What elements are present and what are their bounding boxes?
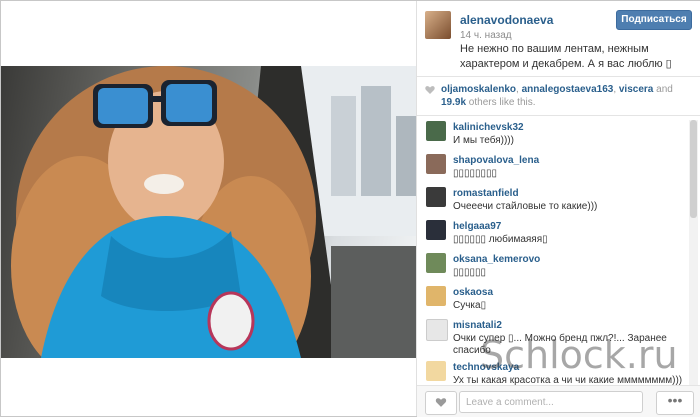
heart-icon	[425, 86, 435, 94]
comment-item: romastanfield Очееечи стайловые то какие…	[417, 184, 689, 217]
like-button[interactable]	[425, 391, 457, 415]
comment-item: oksana_kemerovo ▯▯▯▯▯▯	[417, 250, 689, 283]
comment-username[interactable]: shapovalova_lena	[453, 155, 539, 166]
comments-scrollbar[interactable]	[689, 120, 698, 386]
scrollbar-thumb[interactable]	[690, 120, 697, 218]
follow-button[interactable]: Подписаться	[616, 10, 692, 30]
liker-link[interactable]: oljamoskalenko	[441, 84, 516, 95]
comment-text: Сучка▯	[453, 300, 487, 311]
comment-avatar[interactable]	[426, 187, 446, 207]
comment-item: shapovalova_lena ▯▯▯▯▯▯▯▯	[417, 151, 689, 184]
likes-others-text: others like this.	[466, 97, 536, 108]
selfie-illustration	[11, 66, 416, 358]
comment-username[interactable]: oksana_kemerovo	[453, 254, 540, 265]
comment-item: oskaosa Сучка▯	[417, 283, 689, 316]
post-photo[interactable]	[1, 66, 416, 358]
liker-link[interactable]: annalegostaeva163	[522, 84, 614, 95]
comment-avatar[interactable]	[426, 361, 446, 381]
comment-bar: Leave a comment... •••	[417, 385, 700, 417]
likes-count[interactable]: 19.9k	[441, 97, 466, 108]
comment-text: ▯▯▯▯▯▯▯▯	[453, 168, 498, 179]
comment-avatar[interactable]	[426, 253, 446, 273]
comment-avatar[interactable]	[426, 286, 446, 306]
more-options-button[interactable]: •••	[656, 391, 694, 415]
comment-username[interactable]: helgaaa97	[453, 221, 501, 232]
comment-username[interactable]: kalinichevsk32	[453, 122, 524, 133]
post-caption: Не нежно по вашим лентам, нежным характе…	[460, 43, 672, 70]
post-timestamp[interactable]: 14 ч. назад	[460, 30, 512, 41]
and-text: and	[653, 84, 673, 95]
comment-text: ▯▯▯▯▯▯	[453, 267, 487, 278]
comment-avatar[interactable]	[426, 220, 446, 240]
comment-username[interactable]: misnatali2	[453, 320, 502, 331]
likes-summary: oljamoskalenko, annalegostaeva163, visce…	[425, 83, 695, 109]
divider	[417, 76, 700, 77]
avatar[interactable]	[425, 11, 451, 39]
comment-item: kalinichevsk32 И мы тебя))))	[417, 118, 689, 151]
comment-input[interactable]: Leave a comment...	[459, 391, 643, 413]
watermark: Schlock.ru	[480, 333, 678, 377]
post-username[interactable]: alenavodonaeva	[460, 13, 553, 27]
comment-text: И мы тебя))))	[453, 135, 514, 146]
comment-username[interactable]: oskaosa	[453, 287, 493, 298]
comment-text: Очееечи стайловые то какие)))	[453, 201, 598, 212]
comment-text: ▯▯▯▯▯▯ любимаяяя▯	[453, 234, 548, 245]
comment-avatar[interactable]	[426, 319, 448, 341]
heart-icon	[435, 398, 447, 407]
liker-link[interactable]: viscera	[619, 84, 653, 95]
comment-item: helgaaa97 ▯▯▯▯▯▯ любимаяяя▯	[417, 217, 689, 250]
comment-avatar[interactable]	[426, 154, 446, 174]
comment-username[interactable]: romastanfield	[453, 188, 519, 199]
photo-pane	[1, 1, 416, 416]
divider	[417, 115, 700, 116]
comment-avatar[interactable]	[426, 121, 446, 141]
